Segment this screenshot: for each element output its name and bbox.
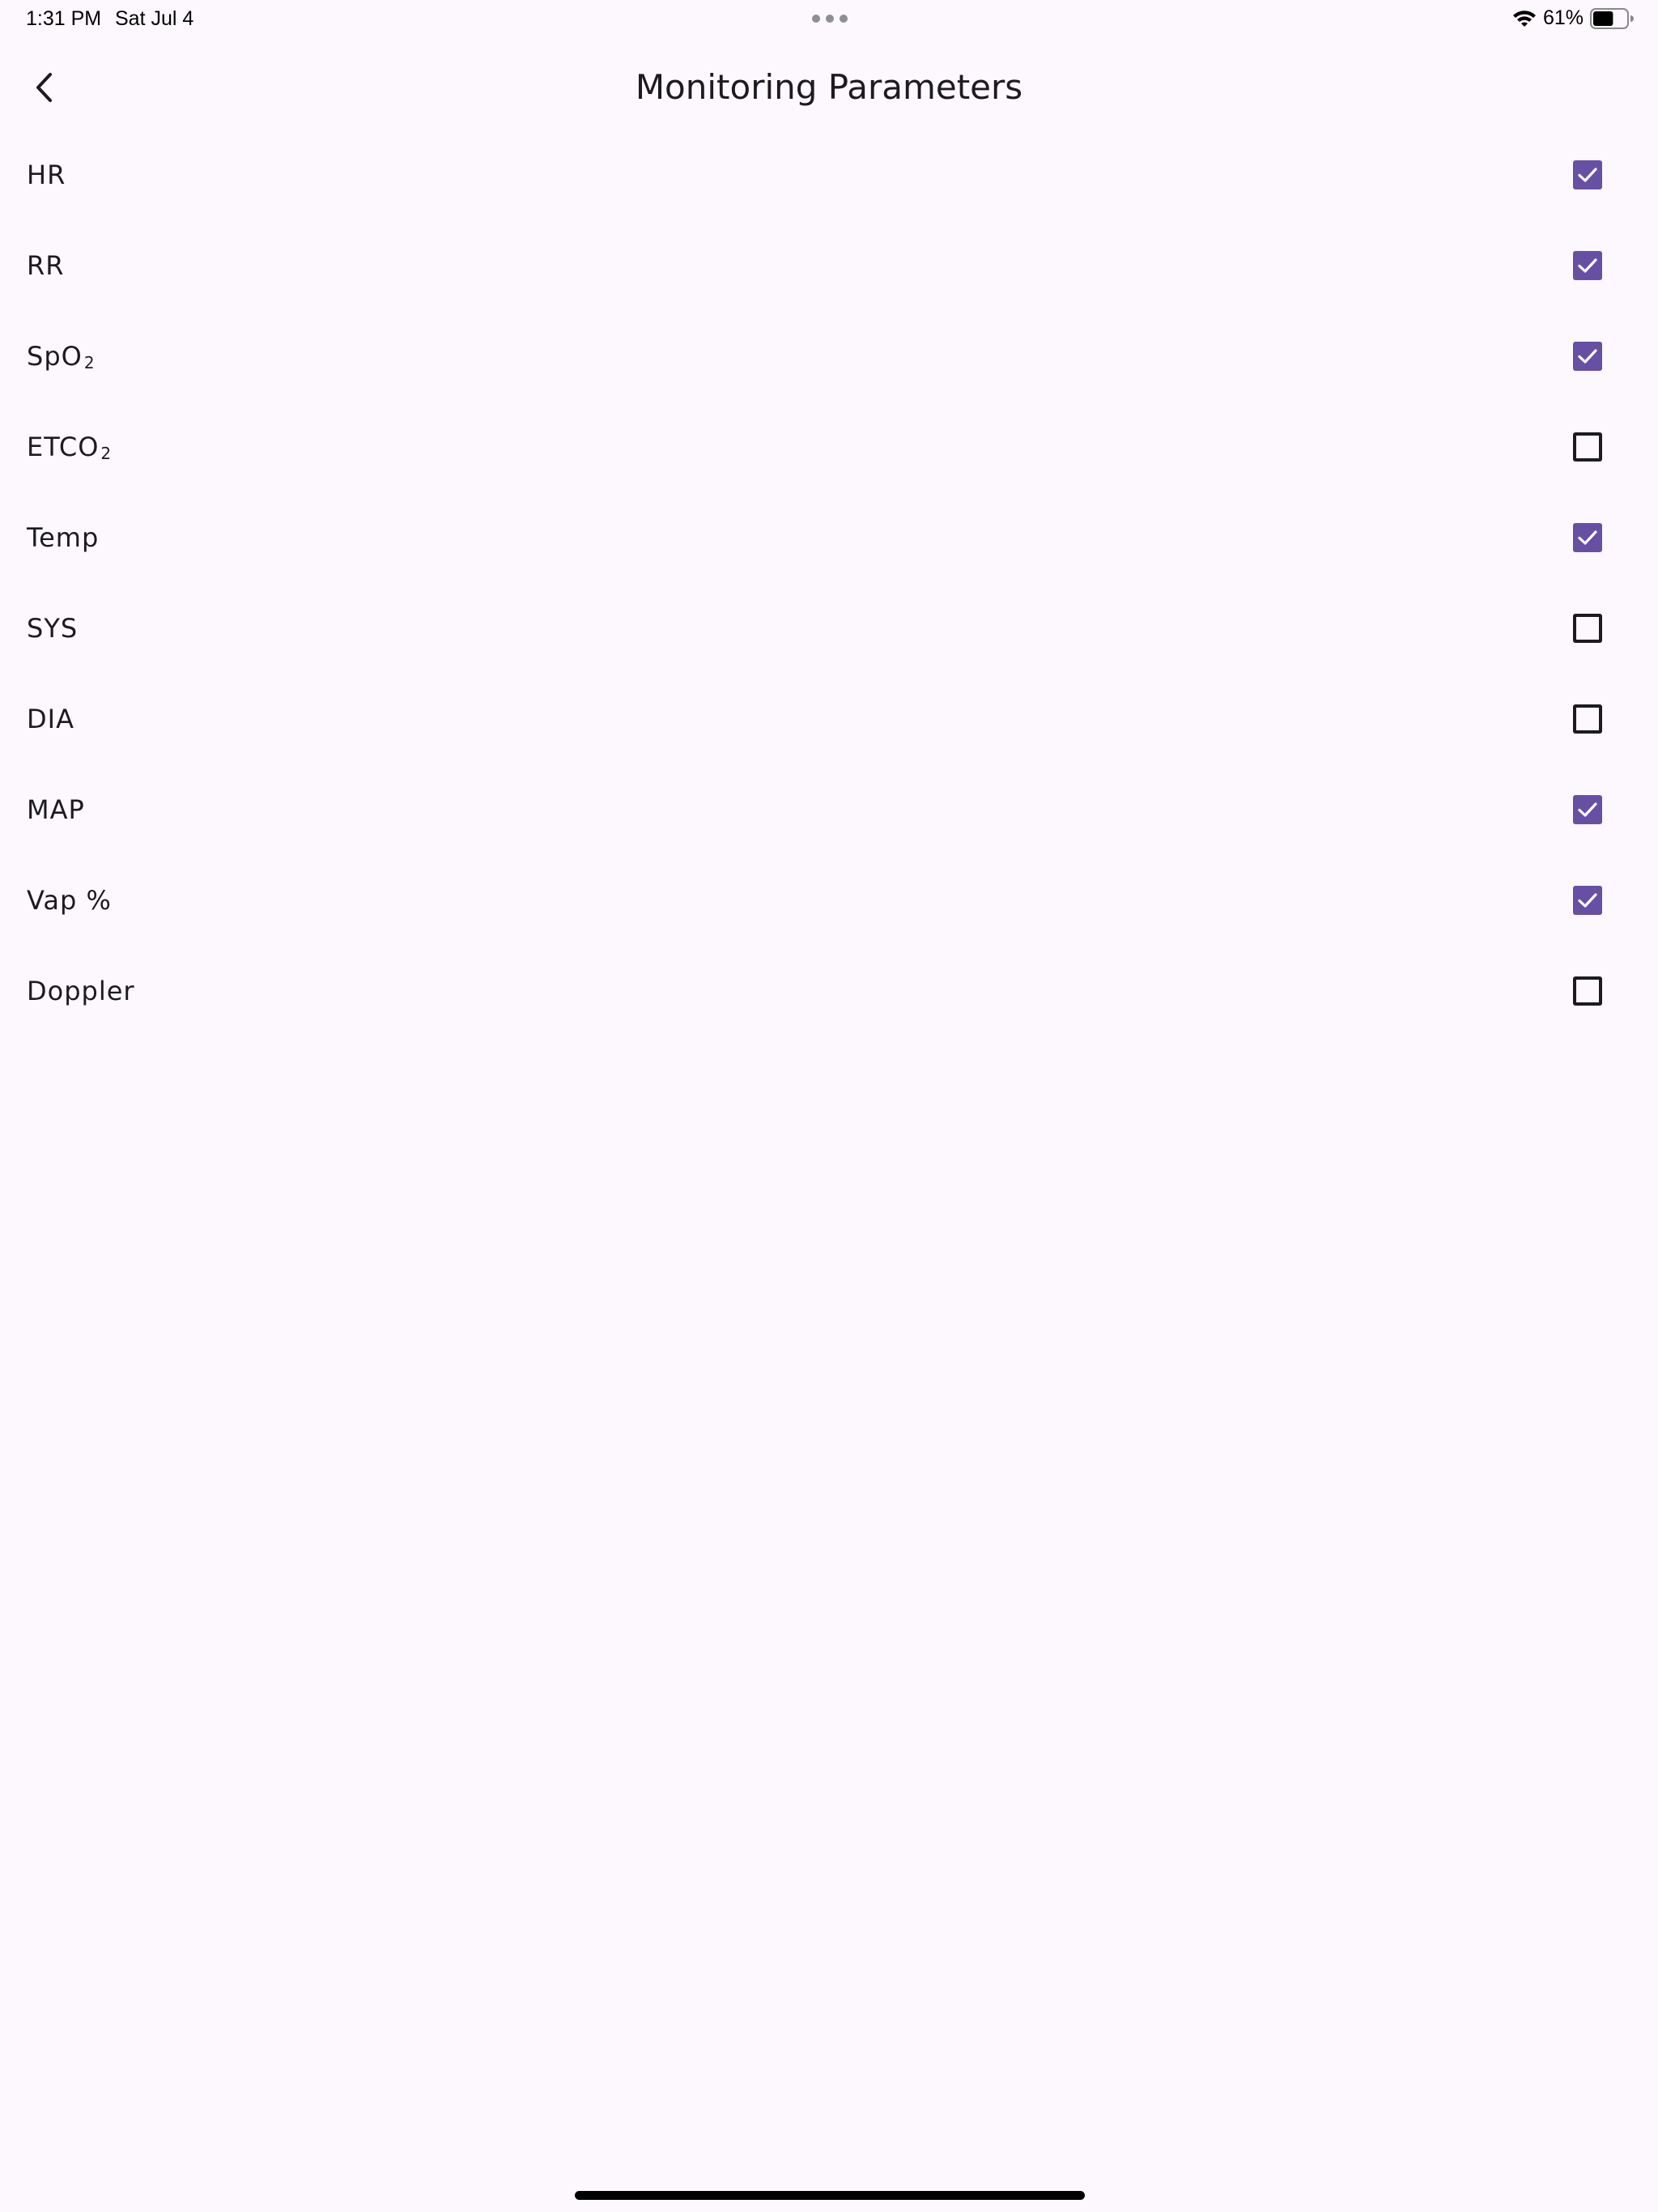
checkmark-icon	[1578, 168, 1597, 182]
parameter-name: SpO	[27, 341, 83, 372]
parameter-label: RR	[27, 220, 64, 311]
status-time: 1:31 PM	[26, 7, 102, 30]
parameter-name: ETCO	[27, 432, 100, 462]
home-indicator[interactable]	[575, 2191, 1085, 2200]
parameter-subscript: 2	[100, 444, 113, 463]
parameter-checkbox[interactable]	[1573, 342, 1602, 371]
parameter-checkbox[interactable]	[1573, 614, 1602, 643]
parameter-name: Temp	[27, 522, 100, 553]
parameter-checkbox[interactable]	[1573, 523, 1602, 552]
parameter-checkbox[interactable]	[1573, 976, 1602, 1006]
parameter-row[interactable]: SpO 2	[0, 311, 1658, 402]
wifi-icon	[1512, 10, 1536, 27]
parameter-label: SYS	[27, 583, 78, 674]
parameter-label: Temp	[27, 492, 99, 583]
battery-icon	[1590, 7, 1634, 29]
parameter-checkbox[interactable]	[1573, 886, 1602, 915]
parameter-label: Vap %	[27, 855, 112, 946]
parameter-checkbox[interactable]	[1573, 704, 1602, 734]
app-bar: Monitoring Parameters	[0, 45, 1658, 126]
parameter-row[interactable]: RR	[0, 220, 1658, 311]
parameter-row[interactable]: Vap %	[0, 855, 1658, 946]
status-date: Sat Jul 4	[115, 7, 194, 30]
status-bar: 1:31 PM Sat Jul 4 61%	[0, 0, 1658, 39]
checkmark-icon	[1578, 349, 1597, 364]
checkmark-icon	[1578, 893, 1597, 908]
parameter-name: HR	[27, 160, 66, 190]
multitasking-dots-icon[interactable]	[812, 15, 848, 23]
battery-percentage: 61%	[1542, 6, 1584, 29]
parameter-row[interactable]: HR	[0, 130, 1658, 220]
page-title: Monitoring Parameters	[635, 67, 1023, 107]
parameter-row[interactable]: Temp	[0, 492, 1658, 583]
status-indicators: 61%	[1512, 6, 1634, 30]
parameter-label: SpO 2	[27, 311, 96, 408]
parameter-checkbox[interactable]	[1573, 795, 1602, 824]
parameter-name: MAP	[27, 794, 85, 825]
parameter-subscript: 2	[83, 353, 96, 372]
parameter-checkbox[interactable]	[1573, 160, 1602, 189]
parameter-label: MAP	[27, 764, 85, 855]
parameter-checkbox[interactable]	[1573, 432, 1602, 462]
parameter-name: DIA	[27, 704, 74, 734]
parameter-row[interactable]: SYS	[0, 583, 1658, 674]
parameter-name: Doppler	[27, 976, 135, 1006]
parameter-row[interactable]: MAP	[0, 764, 1658, 855]
parameter-row[interactable]: DIA	[0, 674, 1658, 764]
parameter-row[interactable]: ETCO 2	[0, 402, 1658, 492]
parameter-name: RR	[27, 250, 65, 281]
parameter-checkbox[interactable]	[1573, 251, 1602, 280]
parameter-row[interactable]: Doppler	[0, 946, 1658, 1036]
parameter-label: HR	[27, 130, 66, 220]
parameter-name: Vap %	[27, 885, 112, 916]
checkmark-icon	[1578, 530, 1597, 545]
parameter-list: HR RR SpO 2 ETCO 2 Temp SYS DIA MAP Vap % Doppler	[0, 130, 1658, 1036]
parameter-label: ETCO 2	[27, 402, 112, 499]
parameter-name: SYS	[27, 613, 79, 644]
parameter-label: Doppler	[27, 946, 135, 1036]
parameter-label: DIA	[27, 674, 74, 764]
checkmark-icon	[1578, 258, 1597, 273]
checkmark-icon	[1578, 802, 1597, 817]
